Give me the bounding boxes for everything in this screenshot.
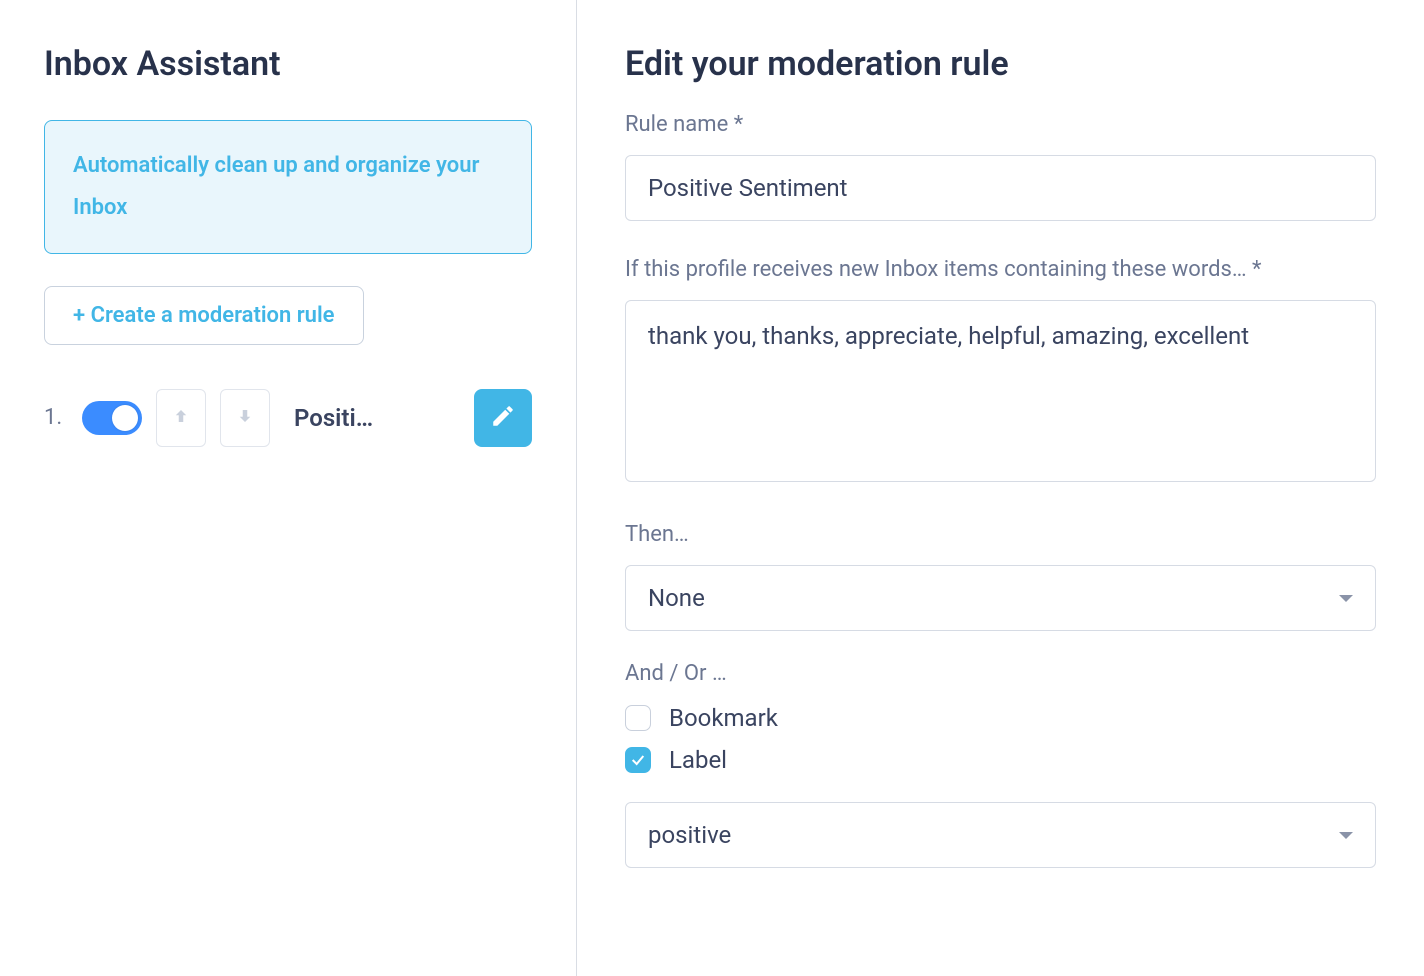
right-panel: Edit your moderation rule Rule name * If… <box>577 0 1424 976</box>
then-label: Then… <box>625 518 1376 551</box>
move-up-button[interactable] <box>156 389 206 447</box>
edit-rule-title: Edit your moderation rule <box>625 44 1376 84</box>
chevron-down-icon <box>1339 832 1353 839</box>
label-checkbox-label: Label <box>669 746 727 774</box>
page-title: Inbox Assistant <box>44 44 532 84</box>
rule-name-input[interactable] <box>625 155 1376 221</box>
arrow-down-icon <box>236 407 254 429</box>
left-panel: Inbox Assistant Automatically clean up a… <box>0 0 577 976</box>
rule-name-truncated: Positi… <box>294 404 390 432</box>
bookmark-checkbox-label: Bookmark <box>669 704 778 732</box>
and-or-label: And / Or … <box>625 657 1376 690</box>
label-select[interactable]: positive <box>625 802 1376 868</box>
keywords-textarea[interactable]: thank you, thanks, appreciate, helpful, … <box>625 300 1376 482</box>
edit-rule-button[interactable] <box>474 389 532 447</box>
bookmark-checkbox[interactable] <box>625 705 651 731</box>
info-box: Automatically clean up and organize your… <box>44 120 532 254</box>
arrow-up-icon <box>172 407 190 429</box>
then-action-value: None <box>648 584 705 612</box>
pencil-icon <box>490 403 516 433</box>
label-checkbox[interactable] <box>625 747 651 773</box>
rule-name-label: Rule name * <box>625 108 1376 141</box>
create-moderation-rule-button[interactable]: + Create a moderation rule <box>44 286 364 345</box>
rule-index: 1. <box>44 405 68 430</box>
move-down-button[interactable] <box>220 389 270 447</box>
rule-list-item: 1. Positi… <box>44 389 532 447</box>
words-label: If this profile receives new Inbox items… <box>625 253 1376 286</box>
then-action-select[interactable]: None <box>625 565 1376 631</box>
label-select-value: positive <box>648 821 731 849</box>
rule-enabled-toggle[interactable] <box>82 401 142 435</box>
chevron-down-icon <box>1339 595 1353 602</box>
